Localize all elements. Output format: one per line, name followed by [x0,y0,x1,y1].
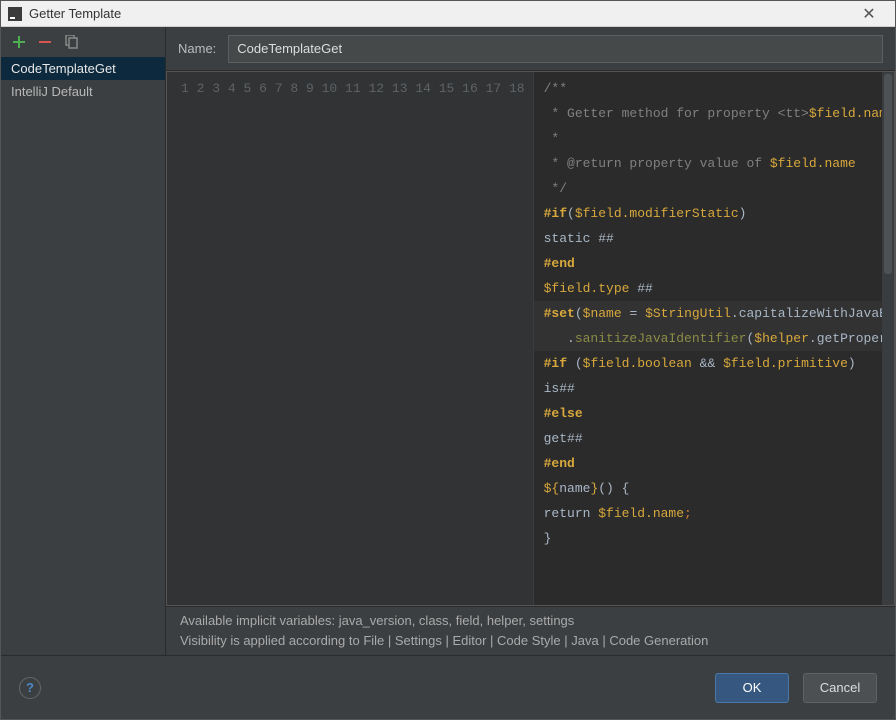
code-token: . [731,306,739,321]
code-token: #set [544,306,575,321]
code-token: $field.boolean [583,356,692,371]
editor-scrollbar[interactable] [882,72,894,605]
settings-crumb[interactable]: Java [571,633,598,648]
code-token: ; [684,506,692,521]
template-list: CodeTemplateGet IntelliJ Default [1,57,165,655]
copy-icon[interactable] [63,34,79,50]
code-token: #else [544,406,583,421]
scrollbar-thumb[interactable] [884,74,892,274]
add-icon[interactable] [11,34,27,50]
name-input[interactable] [228,35,883,63]
template-list-item[interactable]: CodeTemplateGet [1,57,165,80]
code-token: . [809,331,817,346]
code-token: name [559,481,590,496]
code-token: = [622,306,645,321]
cancel-button[interactable]: Cancel [803,673,877,703]
settings-crumb[interactable]: Settings [395,633,442,648]
code-token: #if [544,206,567,221]
code-token: $helper [754,331,809,346]
settings-crumb[interactable]: Code Style [497,633,561,648]
code-token: * [544,131,560,146]
code-token: $StringUtil [645,306,731,321]
code-token: static ## [544,231,614,246]
code-token: $field.modifierStatic [575,206,739,221]
code-token: */ [544,181,567,196]
app-icon [7,6,23,22]
sidebar: CodeTemplateGet IntelliJ Default [1,27,166,655]
code-token: capitalizeWithJavaBeanConvention [739,306,894,321]
hint-vars: Available implicit variables: java_versi… [180,611,881,631]
code-token: <tt> [778,106,809,121]
code-token: /** [544,81,567,96]
name-bar: Name: [166,27,895,71]
code-token: ( [575,306,583,321]
code-token: ( [567,206,575,221]
code-token: ## [629,281,652,296]
settings-crumb[interactable]: Code Generation [609,633,708,648]
code-token: * @return property value of [544,156,770,171]
code-token: () { [598,481,629,496]
code-token: $name [583,306,622,321]
code-token: ( [575,356,583,371]
help-icon[interactable]: ? [19,677,41,699]
code-token: #end [544,456,575,471]
code-token: ${ [544,481,560,496]
code-token: $field.name [770,156,856,171]
code-token: $field.name [598,506,684,521]
hint-area: Available implicit variables: java_versi… [166,606,895,655]
editor-content[interactable]: /** * Getter method for property <tt> $fi… [534,72,894,605]
dialog-footer: ? OK Cancel [1,655,895,719]
code-token [567,356,575,371]
code-token: get## [544,431,583,446]
window-title: Getter Template [29,6,849,21]
code-token: sanitizeJavaIdentifier [575,331,747,346]
code-token: && [692,356,723,371]
code-token: $field.type [544,281,630,296]
close-icon[interactable]: ✕ [849,4,889,24]
code-token: #end [544,256,575,271]
sidebar-toolbar [1,27,165,57]
main-panel: Name: 1 2 3 4 5 6 7 8 9 10 11 12 13 14 1… [166,27,895,655]
code-token: $field.primitive [723,356,848,371]
code-editor[interactable]: 1 2 3 4 5 6 7 8 9 10 11 12 13 14 15 16 1… [166,71,895,606]
code-token: #if [544,356,567,371]
code-token: ) [739,206,747,221]
editor-gutter: 1 2 3 4 5 6 7 8 9 10 11 12 13 14 15 16 1… [167,72,534,605]
settings-crumb[interactable]: Editor [452,633,486,648]
ok-button[interactable]: OK [715,673,789,703]
name-label: Name: [178,41,216,56]
code-token: ) [848,356,856,371]
remove-icon[interactable] [37,34,53,50]
titlebar: Getter Template ✕ [1,1,895,27]
settings-crumb[interactable]: File [363,633,384,648]
code-token: is## [544,381,575,396]
code-token: return [544,506,599,521]
code-token: * Getter method for property [544,106,778,121]
code-token: } [544,531,552,546]
template-list-item[interactable]: IntelliJ Default [1,80,165,103]
code-token: . [544,331,575,346]
hint-visibility: Visibility is applied according to File … [180,631,881,651]
